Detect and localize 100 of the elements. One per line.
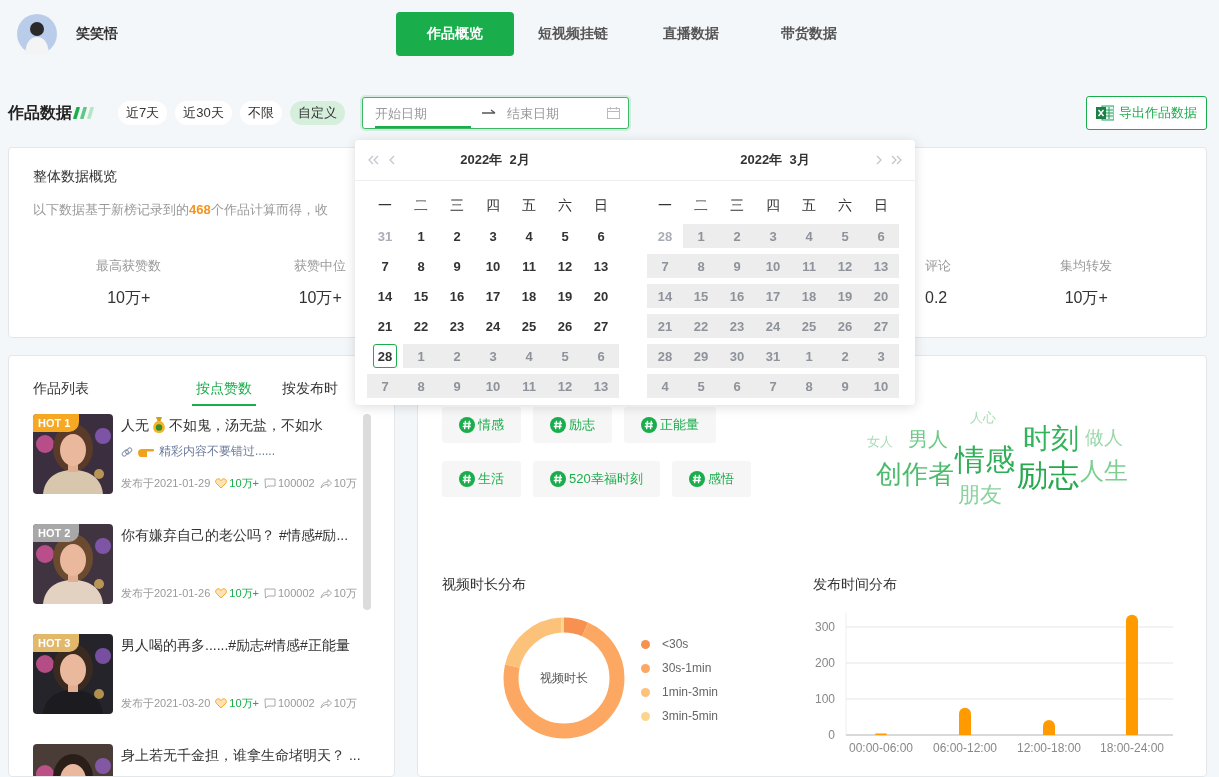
range-chip[interactable]: 不限 xyxy=(239,101,282,125)
nav-tab[interactable]: 短视频挂链 xyxy=(514,12,632,56)
legend-label: 3min-5min xyxy=(662,709,718,723)
heart-icon xyxy=(215,697,228,709)
calendar-day[interactable]: 22 xyxy=(403,314,439,338)
calendar-day: 10 xyxy=(475,374,511,398)
start-date-field[interactable]: 开始日期 xyxy=(374,98,471,128)
axis-label: 00:00-06:00 xyxy=(848,741,914,755)
calendar-day[interactable]: 6 xyxy=(583,224,619,248)
calendar-day: 5 xyxy=(683,374,719,398)
hashtag-icon xyxy=(459,471,475,487)
like-count: 10万+ xyxy=(229,586,259,601)
calendar-day[interactable]: 4 xyxy=(511,224,547,248)
calendar-day[interactable]: 27 xyxy=(583,314,619,338)
weekday-label: 五 xyxy=(521,196,537,215)
calendar-day: 9 xyxy=(719,254,755,278)
stat-value: 10万+ xyxy=(298,288,342,308)
calendar-day[interactable]: 18 xyxy=(511,284,547,308)
month-title: 2022年 3月 xyxy=(739,151,811,169)
legend-label: 1min-3min xyxy=(662,685,718,699)
calendar-day[interactable]: 11 xyxy=(511,254,547,278)
calendar-day[interactable]: 3 xyxy=(475,224,511,248)
tick-label: 100 xyxy=(814,692,835,706)
calendar-day[interactable]: 8 xyxy=(403,254,439,278)
calendar-day: 4 xyxy=(791,224,827,248)
card-title: 作品列表 xyxy=(33,380,89,398)
share-count: 10万 xyxy=(333,476,357,491)
calendar-day[interactable]: 14 xyxy=(367,284,403,308)
calendar-day: 26 xyxy=(827,314,863,338)
calendar-day: 1 xyxy=(791,344,827,368)
range-chip[interactable]: 近7天 xyxy=(118,101,168,125)
heart-icon xyxy=(215,587,228,599)
calendar-day[interactable]: 23 xyxy=(439,314,475,338)
calendar-day: 7 xyxy=(367,374,403,398)
calendar-day[interactable]: 10 xyxy=(475,254,511,278)
calendar-day[interactable]: 20 xyxy=(583,284,619,308)
calendar-day[interactable]: 19 xyxy=(547,284,583,308)
scrollbar-thumb[interactable] xyxy=(363,414,371,610)
cloud-word: 创作者 xyxy=(876,461,954,487)
calendar-day: 20 xyxy=(863,284,899,308)
hashtag-icon xyxy=(688,471,705,487)
calendar-day: 12 xyxy=(827,254,863,278)
calendar-day: 12 xyxy=(547,374,583,398)
calendar-day: 1 xyxy=(683,224,719,248)
chevron-right-icon[interactable] xyxy=(876,155,883,165)
teaser-text: 精彩内容不要错过...... xyxy=(159,443,275,460)
calendar-day: 23 xyxy=(719,314,755,338)
date-range-field[interactable]: 开始日期 结束日期 xyxy=(361,97,629,129)
calendar-day[interactable]: 12 xyxy=(547,254,583,278)
donut-center-label: 视频时长 xyxy=(540,671,588,685)
range-chip[interactable]: 近30天 xyxy=(175,101,232,125)
cloud-word: 人生 xyxy=(1080,459,1128,483)
publish-date: 发布于2021-01-26 xyxy=(121,586,211,601)
calendar-day: 30 xyxy=(719,344,755,368)
calendar-day: 6 xyxy=(583,344,619,368)
work-title: 人无 xyxy=(121,416,149,435)
axis-label: 06:00-12:00 xyxy=(932,741,998,755)
calendar-day: 4 xyxy=(647,374,683,398)
calendar-day: 17 xyxy=(755,284,791,308)
range-chip[interactable]: 自定义 xyxy=(289,101,345,125)
weekday-label: 三 xyxy=(449,196,465,215)
cloud-word: 做人 xyxy=(1085,427,1123,447)
calendar-day: 24 xyxy=(755,314,791,338)
cloud-word: 人心 xyxy=(970,410,996,424)
card-title: 整体数据概览 xyxy=(33,168,118,184)
comment-icon xyxy=(263,477,276,489)
calendar-day[interactable]: 24 xyxy=(475,314,511,338)
calendar-day[interactable]: 15 xyxy=(403,284,439,308)
stripes-icon xyxy=(72,107,94,119)
calendar-day[interactable]: 13 xyxy=(583,254,619,278)
stat-label: 评论 xyxy=(925,258,951,274)
calendar-day[interactable]: 7 xyxy=(367,254,403,278)
cloud-word: 女人 xyxy=(867,434,893,448)
calendar-day: 27 xyxy=(863,314,899,338)
calendar-day[interactable]: 21 xyxy=(367,314,403,338)
double-chevron-left-icon[interactable] xyxy=(368,155,380,165)
calendar-day[interactable]: 25 xyxy=(511,314,547,338)
cloud-word: 励志 xyxy=(1017,459,1079,491)
calendar-day: 2 xyxy=(719,224,755,248)
calendar-day[interactable]: 2 xyxy=(439,224,475,248)
sort-tab[interactable]: 按发布时 xyxy=(278,372,342,406)
calendar-day[interactable]: 9 xyxy=(439,254,475,278)
arrow-icon xyxy=(480,109,497,117)
calendar-day: 13 xyxy=(583,374,619,398)
nav-tab[interactable]: 带货数据 xyxy=(750,12,868,56)
nav-tab[interactable]: 直播数据 xyxy=(632,12,750,56)
section-title: 作品数据 xyxy=(8,102,72,123)
calendar-day[interactable]: 28 xyxy=(373,344,397,368)
calendar-day[interactable]: 17 xyxy=(475,284,511,308)
end-date-field[interactable]: 结束日期 xyxy=(506,98,597,128)
calendar-day[interactable]: 16 xyxy=(439,284,475,308)
calendar-day[interactable]: 5 xyxy=(547,224,583,248)
calendar-day: 8 xyxy=(683,254,719,278)
work-title: 男人喝的再多......#励志#情感#正能量 xyxy=(121,636,350,655)
chevron-left-icon[interactable] xyxy=(388,155,395,165)
calendar-day[interactable]: 1 xyxy=(403,224,439,248)
weekday-label: 六 xyxy=(557,196,573,215)
calendar-day[interactable]: 26 xyxy=(547,314,583,338)
publish-date: 发布于2021-03-20 xyxy=(121,696,211,711)
double-chevron-right-icon[interactable] xyxy=(891,155,903,165)
